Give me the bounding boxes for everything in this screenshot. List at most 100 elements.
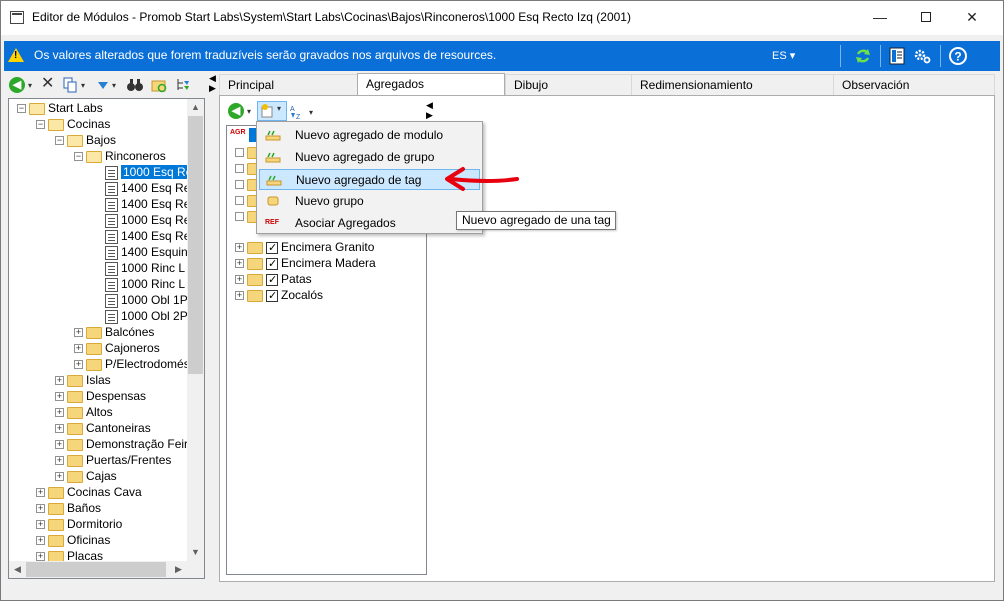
find-binoculars-icon[interactable]	[126, 77, 144, 93]
expand-icon[interactable]: +	[55, 408, 64, 418]
tree-item[interactable]: + Puertas/Frentes	[55, 452, 171, 468]
tree-item[interactable]: + Demonstração Feira	[55, 436, 195, 452]
tree-item[interactable]: 1000 Obl 1P	[93, 292, 188, 308]
tree-item[interactable]: + Despensas	[55, 388, 146, 404]
expand-icon[interactable]: +	[55, 392, 64, 402]
language-selector[interactable]: ES ▾	[772, 49, 795, 62]
aggregate-item[interactable]: + Zocalós	[235, 287, 323, 304]
expand-icon[interactable]	[235, 212, 244, 222]
expand-icon[interactable]: +	[36, 520, 45, 530]
menu-item-new-module-aggregate[interactable]: Nuevo agregado de modulo	[259, 125, 480, 146]
tree-item[interactable]: + Cajoneros	[74, 340, 160, 356]
tree-item[interactable]: + Cajas	[55, 468, 117, 484]
tab-observacion[interactable]: Observación	[833, 74, 995, 95]
tree-horizontal-scrollbar[interactable]: ◀ ▶	[9, 561, 204, 578]
tab-redimensionamiento[interactable]: Redimensionamiento	[631, 74, 834, 95]
collapse-icon[interactable]: −	[36, 120, 45, 130]
tree-item[interactable]: − Rinconeros	[74, 148, 166, 164]
scroll-down-icon[interactable]: ▼	[187, 544, 204, 561]
collapse-icon[interactable]: −	[74, 152, 83, 162]
tree-item[interactable]: 1000 Rinc L	[93, 260, 185, 276]
scroll-up-icon[interactable]: ▲	[187, 99, 204, 116]
tree-item[interactable]: + Cocinas Cava	[36, 484, 142, 500]
scroll-thumb[interactable]	[188, 116, 203, 374]
tree-item[interactable]: + Cantoneiras	[55, 420, 151, 436]
folder-refresh-icon[interactable]	[151, 77, 167, 93]
tree-item[interactable]: − Bajos	[55, 132, 116, 148]
new-aggregate-dropdown-button[interactable]: ▾	[257, 101, 287, 121]
tree-vertical-scrollbar[interactable]: ▲ ▼	[187, 99, 204, 561]
tree-item[interactable]: + Oficinas	[36, 532, 110, 548]
expand-icon[interactable]: +	[36, 536, 45, 546]
tree-item[interactable]: 1400 Esq Re	[93, 228, 190, 244]
expand-icon[interactable]: +	[235, 275, 244, 285]
menu-item-associate-aggregates[interactable]: REF Asociar Agregados	[259, 213, 480, 234]
expand-icon[interactable]	[235, 164, 244, 174]
collapse-icon[interactable]: −	[17, 104, 26, 114]
tree-item[interactable]: − Start Labs	[17, 100, 103, 116]
tree-item[interactable]: 1000 Esq Re	[93, 212, 190, 228]
expand-icon[interactable]	[235, 196, 244, 206]
tree-item[interactable]: + Altos	[55, 404, 113, 420]
sort-dropdown-icon[interactable]: ▾	[309, 105, 313, 121]
expand-icon[interactable]: +	[55, 424, 64, 434]
expand-icon[interactable]: +	[74, 328, 83, 338]
expand-right-icon[interactable]: ▶	[209, 83, 216, 94]
tab-principal[interactable]: Principal	[219, 74, 358, 95]
copy-dropdown-icon[interactable]: ▾	[81, 78, 85, 94]
close-button[interactable]: ✕	[949, 1, 995, 35]
expand-icon[interactable]: +	[235, 291, 244, 301]
expand-icon[interactable]: +	[74, 360, 83, 370]
tree-item[interactable]: 1000 Rinc L	[93, 276, 185, 292]
tree-item[interactable]: + Balcónes	[74, 324, 154, 340]
expand-icon[interactable]: +	[74, 344, 83, 354]
scroll-thumb[interactable]	[26, 562, 166, 577]
move-dropdown-icon[interactable]: ▾	[112, 78, 116, 94]
expand-icon[interactable]: +	[55, 440, 64, 450]
tree-item[interactable]: 1000 Obl 2P	[93, 308, 188, 324]
minimize-button[interactable]: —	[857, 1, 903, 35]
expand-icon[interactable]: +	[55, 472, 64, 482]
copy-icon[interactable]	[62, 77, 78, 93]
expand-icon[interactable]: +	[36, 504, 45, 514]
help-icon[interactable]: ?	[948, 46, 968, 66]
collapse-icon[interactable]: −	[55, 136, 64, 146]
aggregate-item[interactable]: + Encimera Granito	[235, 239, 374, 256]
tree-item[interactable]: + Dormitorio	[36, 516, 122, 532]
tree-item[interactable]: + P/Electrodomést	[74, 356, 193, 372]
expand-icon[interactable]: +	[36, 552, 45, 562]
refresh-icon[interactable]	[853, 46, 873, 66]
scroll-left-icon[interactable]: ◀	[9, 561, 26, 578]
menu-item-new-group[interactable]: Nuevo grupo	[259, 191, 480, 212]
settings-gear-icon[interactable]	[912, 46, 932, 66]
tree-item[interactable]: + Islas	[55, 372, 111, 388]
inner-back-dropdown-icon[interactable]: ▾	[247, 104, 251, 120]
aggregate-checkbox[interactable]	[266, 240, 278, 256]
aggregate-item[interactable]: + Patas	[235, 271, 312, 288]
inner-back-icon[interactable]: ◀	[228, 103, 244, 119]
delete-icon[interactable]: ✕	[41, 76, 54, 92]
aggregate-checkbox[interactable]	[266, 272, 278, 288]
properties-panel-icon[interactable]	[887, 46, 907, 66]
aggregate-checkbox[interactable]	[266, 288, 278, 304]
tree-item[interactable]: − Cocinas	[36, 116, 110, 132]
sort-az-icon[interactable]: A Z	[289, 103, 307, 121]
tree-item[interactable]: 1400 Esq Re	[93, 196, 190, 212]
maximize-button[interactable]	[903, 1, 949, 35]
expand-right-icon[interactable]: ▶	[426, 110, 433, 121]
tree-item[interactable]: + Baños	[36, 500, 101, 516]
expand-icon[interactable]: +	[235, 243, 244, 253]
tree-item[interactable]: 1400 Esquin	[93, 244, 188, 260]
scroll-right-icon[interactable]: ▶	[170, 561, 187, 578]
tree-filter-icon[interactable]	[175, 77, 191, 93]
expand-icon[interactable]: +	[235, 259, 244, 269]
back-dropdown-icon[interactable]: ▾	[28, 78, 32, 94]
expand-icon[interactable]: +	[55, 456, 64, 466]
expand-icon[interactable]	[235, 180, 244, 190]
tab-dibujo[interactable]: Dibujo	[505, 74, 632, 95]
expand-icon[interactable]: +	[55, 376, 64, 386]
move-down-icon[interactable]	[95, 77, 111, 93]
expand-icon[interactable]	[235, 148, 244, 158]
aggregate-checkbox[interactable]	[266, 256, 278, 272]
tab-agregados[interactable]: Agregados	[357, 73, 505, 96]
